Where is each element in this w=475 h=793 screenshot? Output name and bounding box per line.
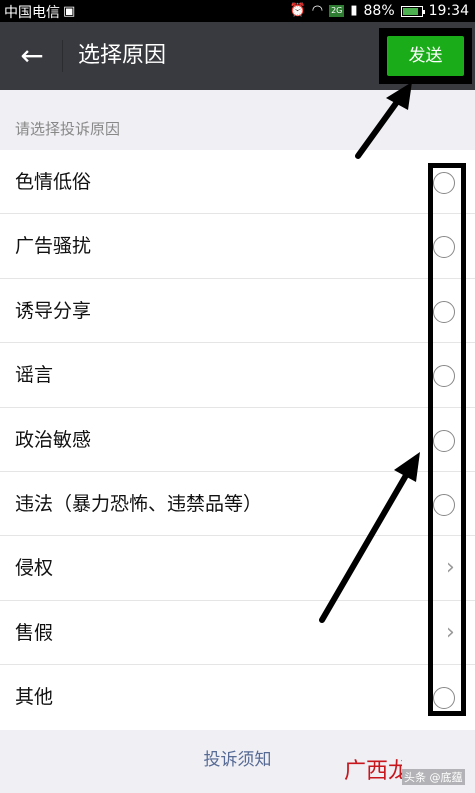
title-divider — [62, 40, 63, 72]
reason-row[interactable]: 政治敏感 — [0, 408, 475, 472]
radio-button[interactable] — [433, 493, 455, 516]
send-button-highlight: 发送 — [379, 28, 472, 84]
reason-label: 广告骚扰 — [15, 235, 92, 258]
chevron-right-icon: › — [446, 555, 455, 581]
battery-fill — [402, 7, 419, 15]
reason-label: 售假 — [15, 621, 54, 644]
back-button[interactable]: ← — [14, 38, 50, 74]
page-title: 选择原因 — [78, 43, 167, 68]
reason-label: 其他 — [15, 686, 54, 709]
signal-icon: ▮ — [350, 3, 358, 18]
send-button[interactable]: 发送 — [387, 36, 464, 76]
battery-icon — [400, 5, 425, 17]
back-arrow-icon: ← — [20, 39, 44, 72]
title-bar: ← 选择原因 发送 — [0, 22, 475, 90]
reason-list: 色情低俗广告骚扰诱导分享谣言政治敏感违法（暴力恐怖、违禁品等） 侵权 › 售假 › 其他 — [0, 150, 475, 730]
reason-row[interactable]: 广告骚扰 — [0, 214, 475, 279]
reason-label: 政治敏感 — [15, 428, 92, 451]
watermark-credit: 头条 @底蕴 — [402, 769, 465, 785]
radio-button[interactable] — [433, 429, 455, 452]
reason-label: 谣言 — [15, 364, 54, 387]
wifi-icon: ◠ — [311, 3, 324, 18]
image-icon: ▣ — [63, 4, 76, 19]
alarm-icon: ⏰ — [289, 3, 306, 18]
reason-row[interactable]: 谣言 — [0, 343, 475, 408]
battery-percent: 88% — [363, 3, 395, 19]
reason-label: 侵权 — [15, 557, 54, 580]
watermark-logo-text: 广西龙网 — [344, 759, 402, 784]
radio-button[interactable] — [433, 365, 455, 388]
reason-row[interactable]: 违法（暴力恐怖、违禁品等） — [0, 472, 475, 537]
section-title: 请选择投诉原因 — [15, 120, 121, 138]
complaint-notice-link[interactable]: 投诉须知 — [0, 745, 475, 770]
radio-button[interactable] — [433, 236, 455, 259]
carrier-label: 中国电信 — [4, 5, 60, 21]
status-bar: 中国电信 ▣ ⏰ ◠ 2G ▮ 88% 19:34 — [0, 0, 475, 22]
reason-row[interactable]: 其他 — [0, 665, 475, 729]
reason-row[interactable]: 侵权 › — [0, 536, 475, 601]
chevron-right-icon: › — [446, 619, 455, 645]
reason-row[interactable]: 售假 › — [0, 601, 475, 666]
radio-button[interactable] — [433, 172, 455, 194]
reason-label: 色情低俗 — [15, 171, 92, 193]
radio-button[interactable] — [433, 300, 455, 323]
network-badge: 2G — [329, 5, 345, 17]
clock: 19:34 — [428, 3, 469, 19]
reason-row[interactable]: 诱导分享 — [0, 279, 475, 344]
reason-label: 违法（暴力恐怖、违禁品等） — [15, 492, 263, 515]
reason-row[interactable]: 色情低俗 — [0, 150, 475, 215]
arrow-to-send — [355, 92, 405, 159]
reason-label: 诱导分享 — [15, 299, 92, 322]
radio-button[interactable] — [433, 687, 455, 710]
watermark-logo: 广西龙网 — [344, 759, 402, 784]
